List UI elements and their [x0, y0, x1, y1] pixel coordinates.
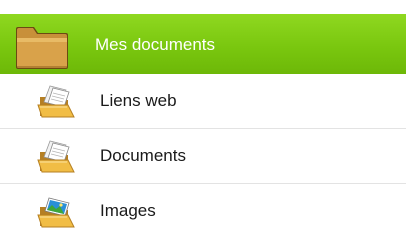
- tree-item-label: Documents: [100, 146, 186, 165]
- tree-item-mes-documents[interactable]: Mes documents: [0, 14, 406, 74]
- tree-item-images[interactable]: Images: [0, 184, 406, 239]
- tree-item-documents[interactable]: Documents: [0, 129, 406, 184]
- tree-item-label: Liens web: [100, 91, 177, 110]
- open-folder-with-papers-icon: [37, 85, 75, 118]
- documents-tree-panel: Mes documents Liens web Documents Images: [0, 0, 406, 246]
- tree-item-label: Images: [100, 201, 156, 220]
- folder-icon: [16, 27, 68, 69]
- tree-item-liens-web[interactable]: Liens web: [0, 74, 406, 129]
- open-folder-with-papers-icon: [37, 140, 75, 173]
- subfolder-list: Liens web Documents Images: [0, 74, 406, 239]
- open-folder-with-pictures-icon: [37, 197, 75, 228]
- tree-item-label: Mes documents: [95, 35, 215, 54]
